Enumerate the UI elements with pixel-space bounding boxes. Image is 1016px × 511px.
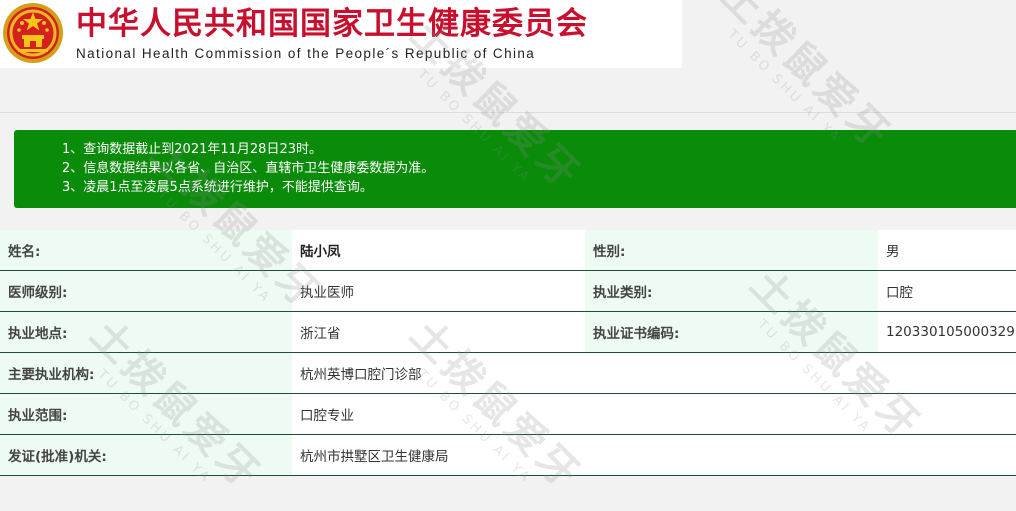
level-value: 执业医师 [292, 270, 585, 312]
cert-label: 执业证书编码: [585, 311, 878, 353]
notice-box: 1、查询数据截止到2021年11月28日23时。 2、信息数据结果以各省、自治区… [14, 130, 1016, 208]
header-divider [0, 112, 1016, 113]
table-row: 发证(批准)机关: 杭州市拱墅区卫生健康局 [0, 434, 1016, 476]
notice-line: 2、信息数据结果以各省、自治区、直辖市卫生健康委数据为准。 [62, 161, 435, 176]
scope-value: 口腔专业 [292, 393, 1016, 435]
table-row: 执业范围: 口腔专业 [0, 393, 1016, 435]
location-label: 执业地点: [0, 311, 292, 353]
institution-label: 主要执业机构: [0, 352, 292, 394]
site-header: 中华人民共和国国家卫生健康委员会 National Health Commiss… [0, 0, 682, 68]
notice-line: 3、凌晨1点至凌晨5点系统进行维护，不能提供查询。 [62, 180, 373, 195]
table-row: 主要执业机构: 杭州英博口腔门诊部 [0, 352, 1016, 394]
category-value: 口腔 [878, 270, 1016, 312]
table-row: 执业地点: 浙江省 执业证书编码: 120330105000329 [0, 311, 1016, 353]
issuer-value: 杭州市拱墅区卫生健康局 [292, 434, 1016, 476]
site-title-cn: 中华人民共和国国家卫生健康委员会 [76, 6, 588, 42]
site-title-en: National Health Commission of the People… [76, 46, 536, 61]
name-label: 姓名: [0, 230, 292, 271]
institution-value: 杭州英博口腔门诊部 [292, 352, 1016, 394]
gender-value: 男 [878, 230, 1016, 271]
cert-value: 120330105000329 [878, 311, 1016, 353]
scope-label: 执业范围: [0, 393, 292, 435]
issuer-label: 发证(批准)机关: [0, 434, 292, 476]
location-value: 浙江省 [292, 311, 585, 353]
national-emblem-icon [3, 3, 63, 63]
notice-line: 1、查询数据截止到2021年11月28日23时。 [62, 142, 322, 157]
category-label: 执业类别: [585, 270, 878, 312]
table-row: 姓名: 陆小凤 性别: 男 [0, 230, 1016, 271]
physician-info-table: 姓名: 陆小凤 性别: 男 医师级别: 执业医师 执业类别: 口腔 执业地点: … [0, 230, 1016, 476]
gender-label: 性别: [585, 230, 878, 271]
level-label: 医师级别: [0, 270, 292, 312]
name-value: 陆小凤 [292, 230, 585, 271]
table-row: 医师级别: 执业医师 执业类别: 口腔 [0, 270, 1016, 312]
